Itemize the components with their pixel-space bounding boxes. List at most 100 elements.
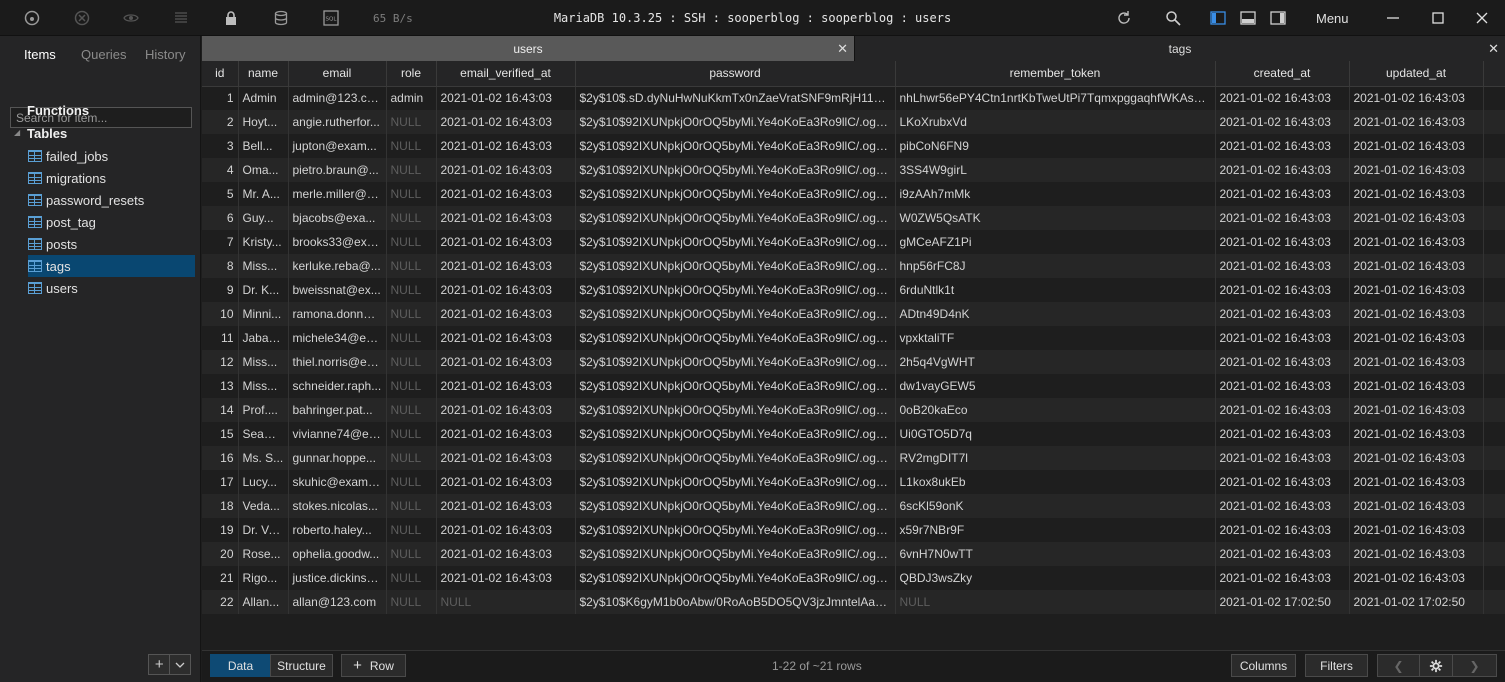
table-row[interactable]: 1 Admin admin@123.co... admin 2021-01-02 16:… — [202, 86, 1505, 110]
sidebar-tab-queries[interactable]: Queries — [81, 47, 127, 62]
column-header-email[interactable]: email — [288, 61, 387, 87]
cell-role[interactable]: NULL — [386, 350, 437, 374]
table-row[interactable]: 17 Lucy... skuhic@examp... NULL 2021-01-02 1… — [202, 470, 1505, 494]
cell-role[interactable]: NULL — [386, 542, 437, 566]
cell-password[interactable]: $2y$10$92IXUNpkjO0rOQ5byMi.Ye4oKoEa3Ro9l… — [575, 542, 896, 566]
cell-remember-token[interactable]: vpxktaliTF — [895, 326, 1216, 350]
table-item-migrations[interactable]: migrations — [28, 167, 195, 189]
cell-remember-token[interactable]: i9zAAh7mMk — [895, 182, 1216, 206]
table-row[interactable]: 21 Rigo... justice.dickinso... NULL 2021-01-… — [202, 566, 1505, 590]
cell-email-verified-at[interactable]: 2021-01-02 16:43:03 — [436, 230, 576, 254]
cell-updated-at[interactable]: 2021-01-02 16:43:03 — [1349, 470, 1484, 494]
table-row[interactable]: 11 Jabari... michele34@ex... NULL 2021-01-02… — [202, 326, 1505, 350]
cell-created-at[interactable]: 2021-01-02 16:43:03 — [1215, 494, 1350, 518]
table-row[interactable]: 4 Oma... pietro.braun@... NULL 2021-01-02 16… — [202, 158, 1505, 182]
cell-updated-at[interactable]: 2021-01-02 16:43:03 — [1349, 494, 1484, 518]
cell-name[interactable]: Jabari... — [238, 326, 289, 350]
cell-updated-at[interactable]: 2021-01-02 16:43:03 — [1349, 518, 1484, 542]
minimize-icon[interactable] — [1384, 9, 1402, 27]
cell-created-at[interactable]: 2021-01-02 16:43:03 — [1215, 446, 1350, 470]
cell-updated-at[interactable]: 2021-01-02 16:43:03 — [1349, 302, 1484, 326]
cell-name[interactable]: Oma... — [238, 158, 289, 182]
cell-role[interactable]: NULL — [386, 590, 437, 614]
cell-id[interactable]: 4 — [202, 158, 239, 182]
cell-email-verified-at[interactable]: 2021-01-02 16:43:03 — [436, 302, 576, 326]
cell-id[interactable]: 2 — [202, 110, 239, 134]
table-row[interactable]: 20 Rose... ophelia.goodw... NULL 2021-01-02 … — [202, 542, 1505, 566]
prev-page-icon[interactable]: ❮ — [1377, 654, 1420, 677]
sidebar-tab-items[interactable]: Items — [24, 47, 56, 62]
cell-password[interactable]: $2y$10$92IXUNpkjO0rOQ5byMi.Ye4oKoEa3Ro9l… — [575, 398, 896, 422]
cell-email[interactable]: allan@123.com — [288, 590, 387, 614]
cell-role[interactable]: NULL — [386, 446, 437, 470]
cell-remember-token[interactable]: 0oB20kaEco — [895, 398, 1216, 422]
close-tab-icon[interactable]: ✕ — [1488, 41, 1499, 57]
cell-password[interactable]: $2y$10$92IXUNpkjO0rOQ5byMi.Ye4oKoEa3Ro9l… — [575, 230, 896, 254]
table-row[interactable]: 8 Miss... kerluke.reba@... NULL 2021-01-02 1… — [202, 254, 1505, 278]
cell-created-at[interactable]: 2021-01-02 16:43:03 — [1215, 230, 1350, 254]
add-row-button[interactable]: + Row — [341, 654, 406, 677]
close-tab-icon[interactable]: ✕ — [837, 41, 848, 57]
cell-id[interactable]: 14 — [202, 398, 239, 422]
cell-remember-token[interactable]: nhLhwr56ePY4Ctn1nrtKbTweUtPi7Tqmxpggaqhf… — [895, 86, 1216, 110]
cell-email-verified-at[interactable]: 2021-01-02 16:43:03 — [436, 374, 576, 398]
cell-email-verified-at[interactable]: 2021-01-02 16:43:03 — [436, 470, 576, 494]
cell-name[interactable]: Kristy... — [238, 230, 289, 254]
cell-password[interactable]: $2y$10$92IXUNpkjO0rOQ5byMi.Ye4oKoEa3Ro9l… — [575, 470, 896, 494]
table-row[interactable]: 7 Kristy... brooks33@exa... NULL 2021-01-02 … — [202, 230, 1505, 254]
cell-email[interactable]: brooks33@exa... — [288, 230, 387, 254]
column-header-created-at[interactable]: created_at — [1215, 61, 1350, 87]
cell-remember-token[interactable]: pibCoN6FN9 — [895, 134, 1216, 158]
cell-role[interactable]: NULL — [386, 398, 437, 422]
cell-role[interactable]: NULL — [386, 158, 437, 182]
cell-created-at[interactable]: 2021-01-02 16:43:03 — [1215, 326, 1350, 350]
cell-email[interactable]: bahringer.pat... — [288, 398, 387, 422]
cell-role[interactable]: NULL — [386, 566, 437, 590]
cell-id[interactable]: 8 — [202, 254, 239, 278]
table-row[interactable]: 5 Mr. A... merle.miller@e... NULL 2021-01-02… — [202, 182, 1505, 206]
cell-created-at[interactable]: 2021-01-02 16:43:03 — [1215, 374, 1350, 398]
cell-updated-at[interactable]: 2021-01-02 16:43:03 — [1349, 566, 1484, 590]
table-item-users[interactable]: users — [28, 277, 195, 299]
sql-icon[interactable]: SQL — [322, 9, 340, 27]
cell-updated-at[interactable]: 2021-01-02 16:43:03 — [1349, 326, 1484, 350]
columns-button[interactable]: Columns — [1231, 654, 1296, 677]
cell-created-at[interactable]: 2021-01-02 16:43:03 — [1215, 278, 1350, 302]
cell-password[interactable]: $2y$10$92IXUNpkjO0rOQ5byMi.Ye4oKoEa3Ro9l… — [575, 206, 896, 230]
close-icon[interactable] — [1473, 9, 1491, 27]
cell-password[interactable]: $2y$10$.sD.dyNuHwNuKkmTx0nZaeVratSNF9mRj… — [575, 86, 896, 110]
cell-id[interactable]: 1 — [202, 86, 239, 110]
cell-email-verified-at[interactable]: 2021-01-02 16:43:03 — [436, 446, 576, 470]
layout-left-icon[interactable] — [1209, 9, 1227, 27]
cell-password[interactable]: $2y$10$92IXUNpkjO0rOQ5byMi.Ye4oKoEa3Ro9l… — [575, 182, 896, 206]
cell-name[interactable]: Miss... — [238, 374, 289, 398]
cell-role[interactable]: NULL — [386, 470, 437, 494]
cell-created-at[interactable]: 2021-01-02 16:43:03 — [1215, 134, 1350, 158]
database-icon[interactable] — [272, 9, 290, 27]
table-row[interactable]: 2 Hoyt... angie.rutherfor... NULL 2021-01-02… — [202, 110, 1505, 134]
cell-id[interactable]: 13 — [202, 374, 239, 398]
table-row[interactable]: 15 Seam... vivianne74@ex... NULL 2021-01-02 … — [202, 422, 1505, 446]
table-row[interactable]: 6 Guy... bjacobs@exa... NULL 2021-01-02 16:4… — [202, 206, 1505, 230]
cell-role[interactable]: NULL — [386, 326, 437, 350]
cell-id[interactable]: 9 — [202, 278, 239, 302]
cell-email-verified-at[interactable]: 2021-01-02 16:43:03 — [436, 350, 576, 374]
cell-name[interactable]: Seam... — [238, 422, 289, 446]
cell-password[interactable]: $2y$10$92IXUNpkjO0rOQ5byMi.Ye4oKoEa3Ro9l… — [575, 518, 896, 542]
cell-role[interactable]: admin — [386, 86, 437, 110]
cell-id[interactable]: 6 — [202, 206, 239, 230]
lock-icon[interactable] — [222, 9, 240, 27]
cell-updated-at[interactable]: 2021-01-02 16:43:03 — [1349, 374, 1484, 398]
cell-created-at[interactable]: 2021-01-02 16:43:03 — [1215, 158, 1350, 182]
logo-icon[interactable] — [23, 9, 41, 27]
cell-id[interactable]: 20 — [202, 542, 239, 566]
cell-remember-token[interactable]: 3SS4W9girL — [895, 158, 1216, 182]
cell-created-at[interactable]: 2021-01-02 16:43:03 — [1215, 542, 1350, 566]
cell-role[interactable]: NULL — [386, 494, 437, 518]
cell-role[interactable]: NULL — [386, 374, 437, 398]
column-header-updated-at[interactable]: updated_at — [1349, 61, 1484, 87]
cell-remember-token[interactable]: ADtn49D4nK — [895, 302, 1216, 326]
filters-button[interactable]: Filters — [1305, 654, 1368, 677]
cell-role[interactable]: NULL — [386, 518, 437, 542]
cell-email-verified-at[interactable]: 2021-01-02 16:43:03 — [436, 542, 576, 566]
